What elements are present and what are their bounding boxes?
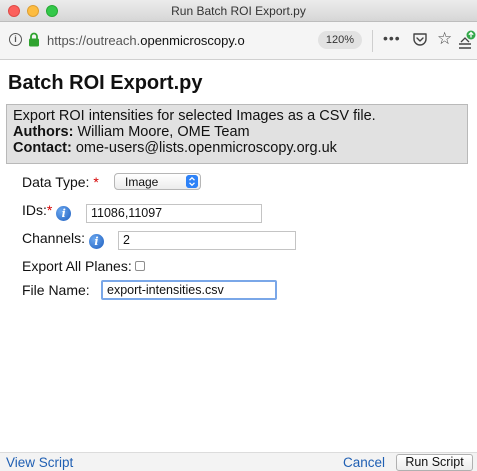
url-domain: openmicroscopy.o: [140, 33, 245, 48]
script-description: Export ROI intensities for selected Imag…: [13, 108, 376, 124]
file-name-label: File Name:: [22, 282, 90, 298]
url-field[interactable]: https://outreach.openmicroscopy.o: [47, 33, 307, 48]
site-info-icon[interactable]: i: [9, 33, 22, 46]
script-description-box: Export ROI intensities for selected Imag…: [6, 104, 468, 164]
data-type-field: Data Type: *: [22, 174, 99, 190]
run-script-button[interactable]: Run Script: [396, 454, 473, 471]
toolbar-divider: [372, 30, 373, 52]
extension-update-icon[interactable]: [458, 30, 476, 50]
contact-value: ome-users@lists.openmicroscopy.org.uk: [75, 140, 337, 156]
script-title: Batch ROI Export.py: [8, 72, 203, 94]
authors-line: Authors: William Moore, OME Team: [13, 124, 461, 140]
ids-info-icon[interactable]: i: [56, 206, 72, 221]
chevron-updown-icon: [186, 175, 198, 188]
file-name-field: File Name:: [22, 282, 90, 298]
view-script-link[interactable]: View Script: [6, 455, 73, 470]
export-all-planes-field: Export All Planes:: [22, 258, 145, 274]
channels-input[interactable]: 2: [118, 231, 296, 250]
cancel-link[interactable]: Cancel: [343, 455, 385, 470]
ids-field: IDs:* i: [22, 202, 72, 221]
bookmark-star-icon[interactable]: ☆: [437, 30, 452, 48]
pocket-icon[interactable]: [412, 32, 428, 47]
authors-label: Authors:: [13, 124, 74, 140]
channels-info-icon[interactable]: i: [88, 234, 104, 249]
window-title-bar: Run Batch ROI Export.py: [0, 0, 477, 22]
contact-label: Contact:: [13, 140, 72, 156]
required-marker: *: [93, 174, 99, 190]
channels-label: Channels:: [22, 230, 86, 246]
window-title: Run Batch ROI Export.py: [171, 4, 306, 18]
data-type-select[interactable]: Image: [114, 173, 201, 190]
file-name-input[interactable]: export-intensities.csv: [101, 280, 277, 300]
channels-field: Channels: i: [22, 230, 104, 249]
export-all-planes-label: Export All Planes:: [22, 258, 132, 274]
ids-label: IDs:: [22, 202, 47, 218]
data-type-label: Data Type:: [22, 174, 90, 190]
export-all-planes-checkbox[interactable]: [134, 261, 145, 271]
dialog-footer: View Script Cancel Run Script: [0, 452, 477, 471]
url-prefix: https://outreach.: [47, 33, 141, 48]
contact-line: Contact: ome-users@lists.openmicroscopy.…: [13, 140, 461, 156]
required-marker: *: [46, 202, 53, 218]
zoom-level-badge[interactable]: 120%: [318, 31, 362, 49]
more-actions-icon[interactable]: •••: [383, 30, 401, 46]
ids-input[interactable]: 11086,11097: [86, 204, 262, 223]
browser-toolbar: i https://outreach.openmicroscopy.o 120%…: [0, 22, 477, 60]
lock-icon: [29, 32, 39, 47]
data-type-value: Image: [125, 175, 159, 189]
authors-value: William Moore, OME Team: [77, 124, 250, 140]
